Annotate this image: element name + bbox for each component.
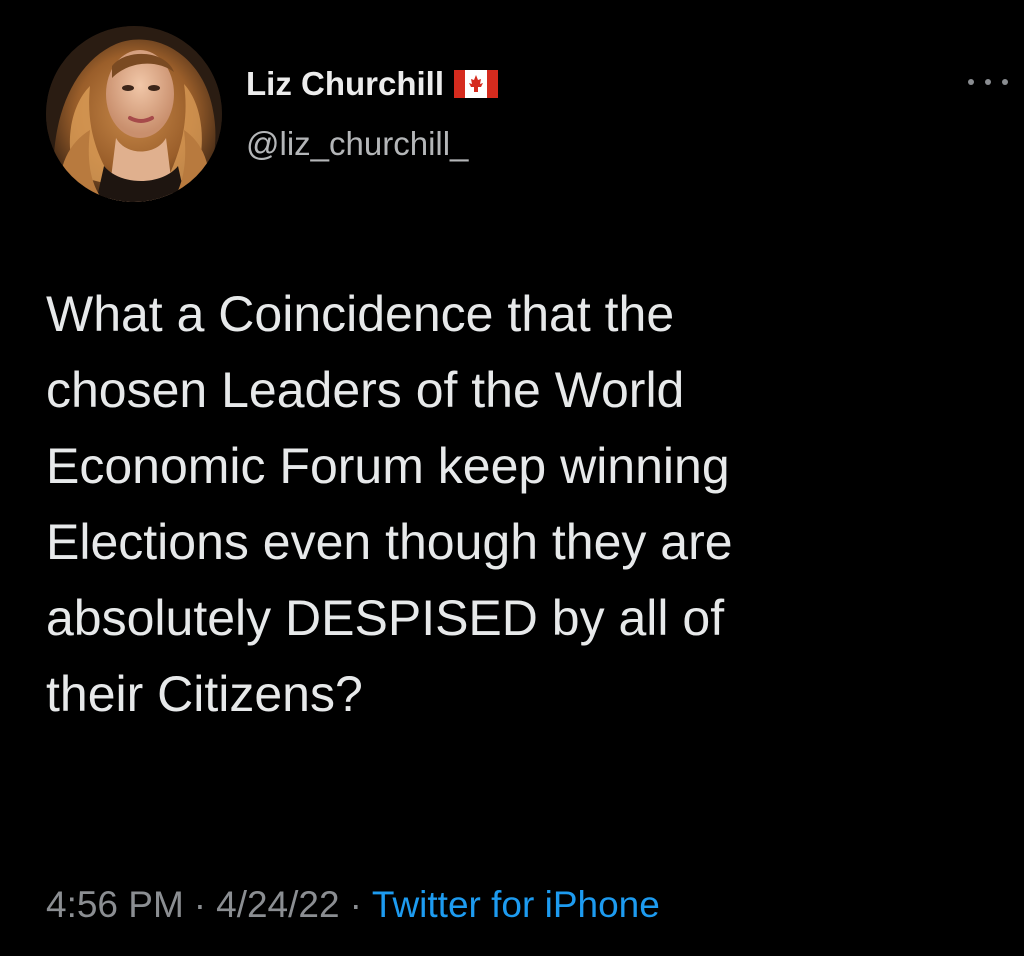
tweet-source-link[interactable]: Twitter for iPhone xyxy=(372,884,660,925)
more-options-icon[interactable] xyxy=(968,72,1008,92)
tweet-metadata: 4:56 PM · 4/24/22 · Twitter for iPhone xyxy=(46,884,660,926)
display-name[interactable]: Liz Churchill xyxy=(246,65,444,103)
user-handle[interactable]: @liz_churchill_ xyxy=(246,125,468,163)
tweet-date[interactable]: 4/24/22 xyxy=(216,884,339,925)
tweet-text-line: What a Coincidence that the xyxy=(46,286,675,342)
meta-separator: · xyxy=(349,884,362,925)
avatar[interactable] xyxy=(46,26,222,202)
tweet-text-line: Economic Forum keep winning xyxy=(46,438,730,494)
tweet-text: What a Coincidence that the chosen Leade… xyxy=(46,276,1006,732)
tweet-card: Liz Churchill @liz_churchill_ What a Coi… xyxy=(0,0,1024,956)
canada-flag-icon xyxy=(454,70,498,98)
tweet-text-line: absolutely DESPISED by all of xyxy=(46,590,725,646)
tweet-text-line: Elections even though they are xyxy=(46,514,733,570)
more-dot xyxy=(968,79,974,85)
tweet-time[interactable]: 4:56 PM xyxy=(46,884,184,925)
tweet-text-line: chosen Leaders of the World xyxy=(46,362,685,418)
more-dot xyxy=(1002,79,1008,85)
tweet-text-line: their Citizens? xyxy=(46,666,363,722)
avatar-photo xyxy=(46,26,222,202)
meta-separator: · xyxy=(193,884,207,925)
user-name-row: Liz Churchill xyxy=(246,62,498,106)
more-dot xyxy=(985,79,991,85)
